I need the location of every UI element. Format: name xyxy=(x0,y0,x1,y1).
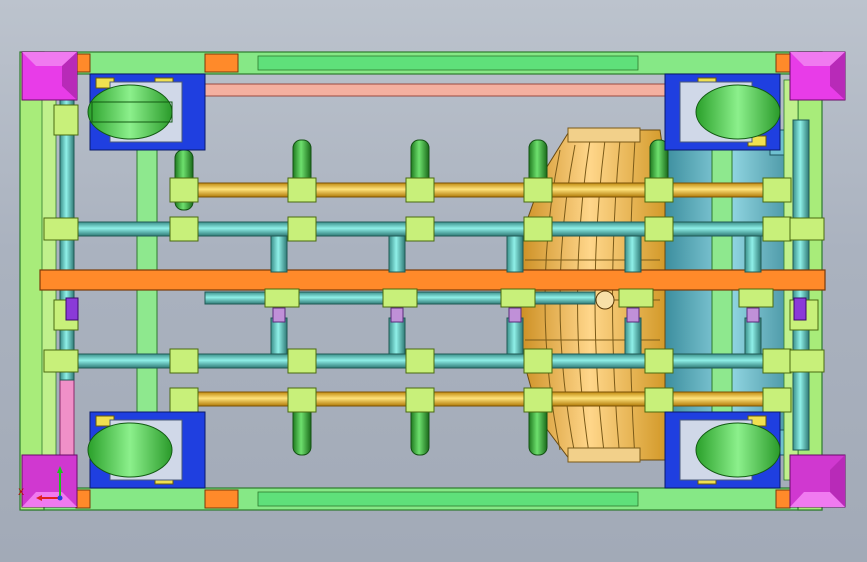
orange-cross-beam[interactable] xyxy=(39,269,826,291)
purple-bracket-right xyxy=(793,297,807,321)
corner-bottom-right xyxy=(789,454,846,508)
caster-bottom-left[interactable] xyxy=(87,411,206,489)
caster-top-left[interactable] xyxy=(87,73,206,151)
purple-bracket-left xyxy=(65,297,79,321)
assembly-drawing[interactable]: X xyxy=(0,0,867,562)
caster-top-right[interactable] xyxy=(664,73,781,151)
corner-top-right xyxy=(789,51,846,101)
corner-bottom-left xyxy=(21,454,78,508)
x-axis-label: X xyxy=(18,488,24,498)
corner-top-left xyxy=(21,51,78,101)
cad-viewport[interactable]: X xyxy=(0,0,867,562)
caster-bottom-right[interactable] xyxy=(664,411,781,489)
